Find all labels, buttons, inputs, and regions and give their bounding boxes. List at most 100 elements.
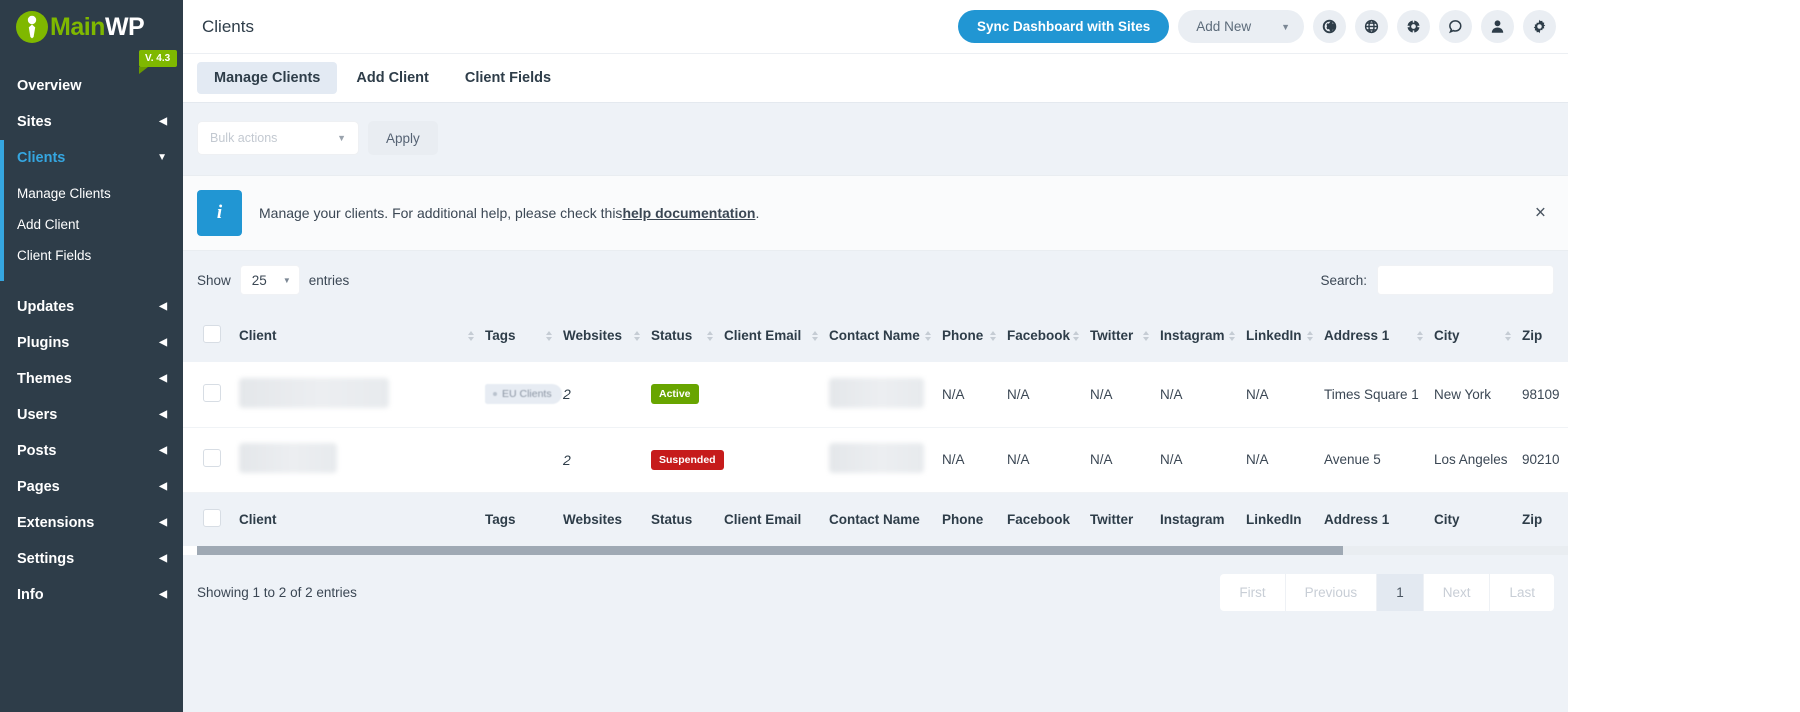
tag-label: EU Clients [502,388,552,400]
col-header-linkedin[interactable]: LinkedIn [1246,309,1324,362]
horizontal-scrollbar-track[interactable] [197,546,1568,555]
lifebuoy-icon [1406,19,1421,34]
col-header-status[interactable]: Status [651,309,724,362]
sidebar-item-clients[interactable]: Clients ▼ [0,140,183,176]
notice-text-before: Manage your clients. For additional help… [259,205,622,221]
sort-icon [1505,331,1511,341]
foot-col-linkedin: LinkedIn [1246,492,1324,546]
sidebar-item-extensions[interactable]: Extensions ◀ [0,505,183,541]
user-icon-button[interactable] [1481,10,1514,43]
select-all-checkbox[interactable] [203,325,221,343]
chat-bubble-icon-button[interactable] [1439,10,1472,43]
row-checkbox[interactable] [203,384,221,402]
sidebar-nav: Overview Sites ◀ Clients ▼ Manage Client… [0,54,183,613]
pagination-last[interactable]: Last [1490,574,1554,611]
sort-icon [925,331,931,341]
col-header-facebook[interactable]: Facebook [1007,309,1090,362]
col-header-instagram[interactable]: Instagram [1160,309,1246,362]
pagination-page-1[interactable]: 1 [1377,574,1424,611]
sidebar-item-info[interactable]: Info ◀ [0,577,183,613]
app-root: MainWP V. 4.3 Overview Sites ◀ Clients ▼… [0,0,1800,712]
col-header-twitter[interactable]: Twitter [1090,309,1160,362]
cell-zip: 98109 [1522,362,1568,427]
col-header-zip[interactable]: Zip [1522,309,1568,362]
apply-button[interactable]: Apply [368,121,438,155]
search-label: Search: [1320,273,1367,288]
col-header-city[interactable]: City [1434,309,1522,362]
lifebuoy-icon-button[interactable] [1397,10,1430,43]
pagination-first[interactable]: First [1220,574,1285,611]
sidebar-item-label: Plugins [17,335,69,351]
foot-col-phone: Phone [942,492,1007,546]
hscrollbar-area [183,546,1568,555]
col-header-phone[interactable]: Phone [942,309,1007,362]
cell-instagram: N/A [1160,362,1246,427]
table-row[interactable]: 2 Suspended N/A N/A N/A N/A N/A Avenue 5 [183,427,1568,492]
col-label: LinkedIn [1246,328,1302,343]
row-checkbox[interactable] [203,449,221,467]
sidebar-item-add-client[interactable]: Add Client [4,209,183,240]
table-row[interactable]: EU Clients 2 Active N/A N/A N/A N/A N/A [183,362,1568,427]
add-new-button[interactable]: Add New ▼ [1178,10,1304,43]
sidebar-item-plugins[interactable]: Plugins ◀ [0,325,183,361]
foot-col-city: City [1434,492,1522,546]
col-header-address1[interactable]: Address 1 [1324,309,1434,362]
cell-client [239,427,485,492]
pagination-next[interactable]: Next [1424,574,1491,611]
search-input[interactable] [1377,265,1554,295]
sidebar-item-pages[interactable]: Pages ◀ [0,469,183,505]
close-icon[interactable]: × [1535,204,1546,223]
row-select-cell [183,362,239,427]
sidebar-item-overview[interactable]: Overview [0,68,183,104]
sidebar-submenu-clients: Manage Clients Add Client Client Fields [0,176,183,281]
sidebar-item-label: Extensions [17,515,94,531]
col-header-client-email[interactable]: Client Email [724,309,829,362]
pagination-previous[interactable]: Previous [1286,574,1378,611]
sidebar-item-sites[interactable]: Sites ◀ [0,104,183,140]
sidebar-item-label: Overview [17,78,82,94]
sidebar-item-client-fields[interactable]: Client Fields [4,240,183,271]
sidebar-item-posts[interactable]: Posts ◀ [0,433,183,469]
col-header-contact-name[interactable]: Contact Name [829,309,942,362]
foot-col-client-email: Client Email [724,492,829,546]
sidebar-item-updates[interactable]: Updates ◀ [0,289,183,325]
pagination-controls: First Previous 1 Next Last [1220,574,1554,611]
gear-icon-button[interactable] [1313,10,1346,43]
tab-client-fields[interactable]: Client Fields [448,62,568,94]
entries-per-page-select[interactable]: 25 ▼ [240,265,300,295]
col-header-websites[interactable]: Websites [563,309,651,362]
tag-dot-icon [493,392,497,396]
bulk-actions-select[interactable]: Bulk actions ▼ [197,121,359,155]
sidebar-spacer [0,281,183,289]
mainwp-logo-icon [16,11,48,43]
cell-address1: Times Square 1 [1324,362,1434,427]
cell-websites: 2 [563,427,651,492]
select-all-checkbox-footer[interactable] [203,509,221,527]
globe-icon-button[interactable] [1355,10,1388,43]
sort-icon [812,331,818,341]
col-header-tags[interactable]: Tags [485,309,563,362]
sidebar-item-settings[interactable]: Settings ◀ [0,541,183,577]
tab-add-client[interactable]: Add Client [339,62,446,94]
table-footer-row: Client Tags Websites Status Client Email… [183,492,1568,546]
tab-manage-clients[interactable]: Manage Clients [197,62,337,94]
show-label: Show [197,273,231,288]
chevron-left-icon: ◀ [159,302,167,312]
sidebar-item-manage-clients[interactable]: Manage Clients [4,178,183,209]
col-header-client[interactable]: Client [239,309,485,362]
sidebar-item-users[interactable]: Users ◀ [0,397,183,433]
help-documentation-link[interactable]: help documentation [622,205,755,221]
sync-dashboard-button[interactable]: Sync Dashboard with Sites [958,10,1169,43]
user-icon [1490,19,1505,34]
sidebar-item-themes[interactable]: Themes ◀ [0,361,183,397]
chevron-left-icon: ◀ [159,518,167,528]
horizontal-scrollbar-thumb[interactable] [197,546,1343,555]
logo[interactable]: MainWP [0,0,183,54]
notice-text-after: . [755,205,759,221]
show-entries-control: Show 25 ▼ entries [197,265,349,295]
chevron-down-icon: ▼ [283,276,291,285]
info-icon: i [197,190,242,236]
main-area: Clients Sync Dashboard with Sites Add Ne… [183,0,1800,712]
settings-cog-icon-button[interactable] [1523,10,1556,43]
col-label: Address 1 [1324,328,1389,343]
